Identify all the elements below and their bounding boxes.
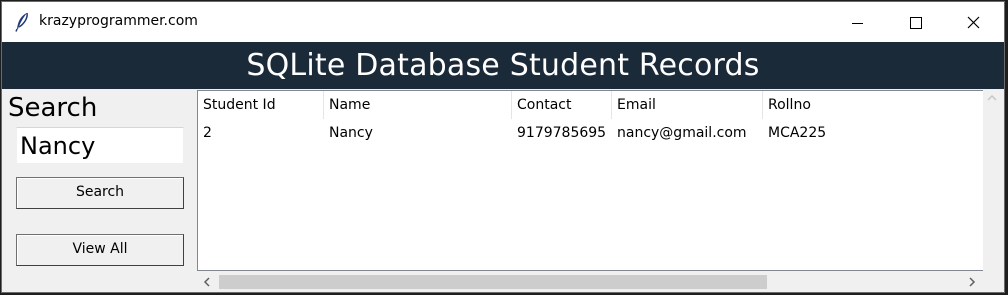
app-window: krazyprogrammer.com SQLite Database Stud… [1, 1, 1005, 293]
search-label: Search [8, 93, 98, 123]
view-all-button[interactable]: View All [16, 234, 184, 266]
close-icon [967, 16, 980, 29]
table-header: Student Id Name Contact Email Rollno [198, 91, 983, 119]
scroll-up-icon[interactable] [983, 90, 1001, 107]
scroll-right-icon[interactable] [962, 272, 982, 292]
cell-email: nancy@gmail.com [617, 125, 747, 141]
cell-contact: 9179785695 [517, 125, 607, 141]
cell-name: Nancy [329, 125, 373, 141]
vertical-scrollbar[interactable] [983, 90, 1001, 271]
maximize-icon [910, 17, 922, 29]
column-header-student-id[interactable]: Student Id [198, 91, 324, 119]
scroll-left-icon[interactable] [197, 272, 217, 292]
horizontal-scrollbar[interactable] [197, 272, 984, 292]
title-bar[interactable]: krazyprogrammer.com [2, 2, 1004, 42]
column-header-name[interactable]: Name [324, 91, 512, 119]
maximize-button[interactable] [886, 2, 944, 42]
search-input[interactable] [16, 127, 184, 164]
page-title: SQLite Database Student Records [246, 48, 760, 83]
window-title: krazyprogrammer.com [39, 13, 198, 29]
minimize-button[interactable] [828, 2, 886, 42]
table-row[interactable]: 2 Nancy 9179785695 nancy@gmail.com MCA22… [198, 119, 983, 147]
cell-rollno: MCA225 [768, 125, 827, 141]
scroll-thumb[interactable] [219, 275, 767, 289]
cell-student-id: 2 [203, 125, 212, 141]
column-header-rollno[interactable]: Rollno [763, 91, 983, 119]
search-button[interactable]: Search [16, 177, 184, 209]
column-header-email[interactable]: Email [612, 91, 763, 119]
minimize-icon [852, 23, 863, 24]
records-table[interactable]: Student Id Name Contact Email Rollno 2 N… [197, 90, 984, 271]
close-button[interactable] [944, 2, 1002, 42]
header-banner: SQLite Database Student Records [2, 42, 1004, 89]
column-header-contact[interactable]: Contact [512, 91, 612, 119]
feather-icon [15, 12, 28, 32]
